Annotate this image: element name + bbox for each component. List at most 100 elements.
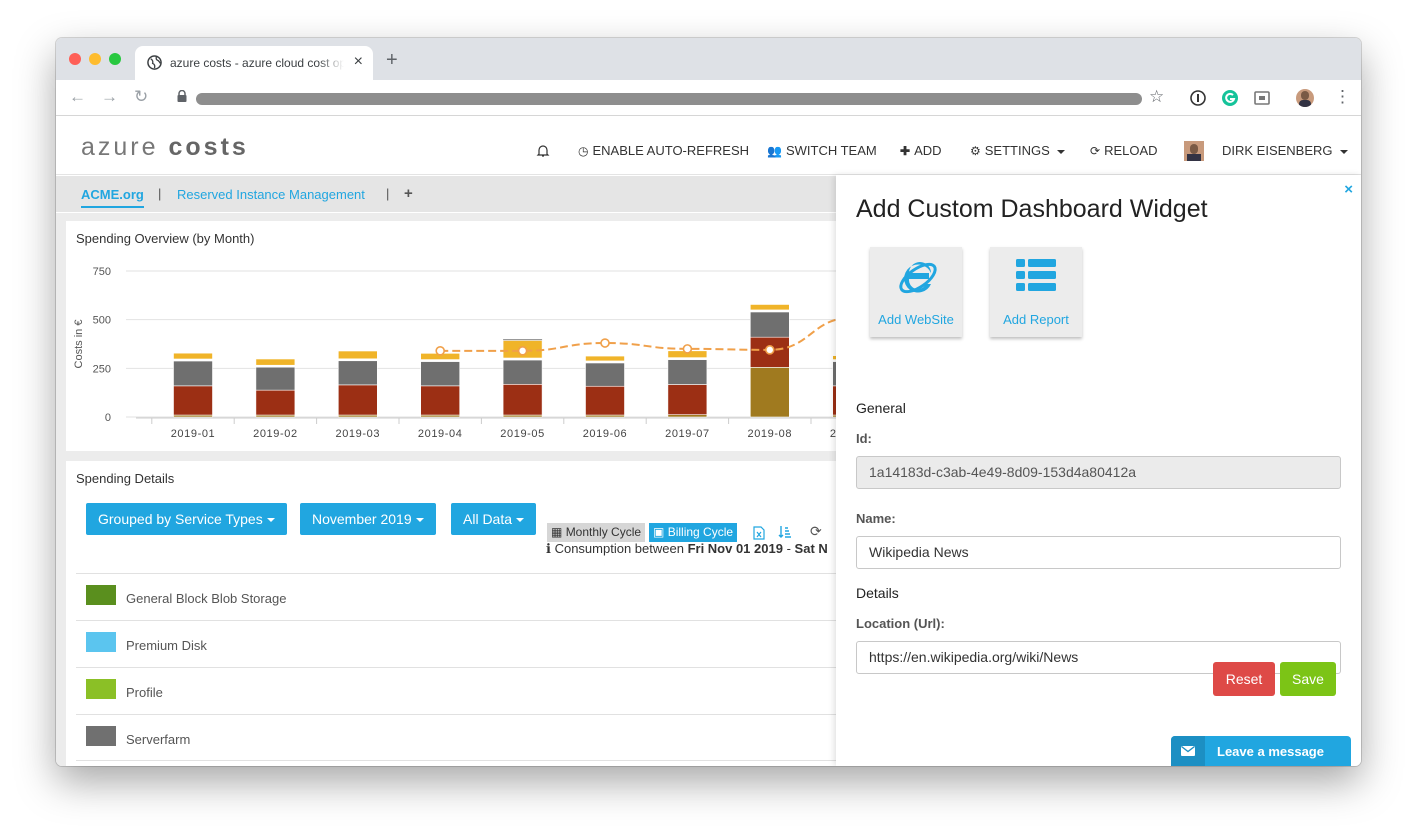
- bar-segment: [173, 385, 213, 416]
- monthly-cycle-toggle[interactable]: ▦ Monthly Cycle: [547, 523, 646, 542]
- spending-chart: 750 500 250 0 Costs in € 2019-01 2019-02 2019-0…: [73, 266, 836, 440]
- trend-point: [682, 344, 693, 354]
- plus-icon: ✚: [900, 144, 911, 158]
- clock-icon: ◷: [578, 144, 589, 158]
- location-label: Location (Url):: [856, 616, 945, 631]
- bookmark-star-icon[interactable]: ☆: [1149, 87, 1164, 107]
- nav-reload-label: RELOAD: [1104, 143, 1158, 158]
- month-dropdown[interactable]: November 2019: [300, 503, 436, 535]
- tab-acme[interactable]: ACME.org: [81, 187, 144, 208]
- nav-add[interactable]: ✚ ADD: [900, 143, 942, 158]
- refresh-details-icon[interactable]: ⟳: [810, 523, 822, 540]
- new-tab-button[interactable]: +: [386, 49, 398, 72]
- profile-avatar[interactable]: [1296, 89, 1314, 107]
- refresh-icon[interactable]: ↻: [134, 87, 148, 107]
- x-tick-label: 2019-07: [665, 428, 710, 440]
- name-field[interactable]: Wikipedia News: [856, 536, 1341, 569]
- add-website-tile[interactable]: Add WebSite: [870, 247, 962, 337]
- legend-row: General Block Blob Storage: [76, 573, 836, 620]
- x-tick-label: 2019-01: [171, 428, 216, 440]
- save-button[interactable]: Save: [1280, 662, 1336, 696]
- y-tick-label: 500: [93, 315, 111, 327]
- tab-title: azure costs - azure cloud cost optimizat…: [170, 56, 344, 70]
- nav-switch-team[interactable]: 👥 SWITCH TEAM: [767, 143, 877, 158]
- nav-settings-label: SETTINGS: [984, 143, 1050, 158]
- trend-point: [600, 338, 610, 348]
- back-icon[interactable]: ←: [69, 87, 86, 107]
- grammarly-extension-icon[interactable]: [1221, 89, 1239, 107]
- details-heading: Details: [856, 585, 899, 601]
- bar-segment: [585, 385, 625, 416]
- screen-extension-icon[interactable]: [1253, 89, 1271, 107]
- tab-separator: |: [158, 186, 162, 201]
- excel-export-icon[interactable]: [753, 526, 765, 540]
- legend-row: Premium Disk: [76, 620, 836, 667]
- forward-icon[interactable]: →: [101, 87, 118, 107]
- bar-segment: [337, 350, 378, 360]
- tab-close-icon[interactable]: ×: [354, 53, 363, 71]
- x-tick-label: 2019-03: [336, 428, 381, 440]
- bar-segment: [749, 311, 790, 338]
- tab-strip: azure costs - azure cloud cost optimizat…: [56, 38, 1361, 80]
- id-field: 1a14183d-c3ab-4e49-8d09-153d4a80412a: [856, 456, 1341, 489]
- user-avatar[interactable]: [1184, 141, 1204, 161]
- nav-auto-refresh[interactable]: ◷ ENABLE AUTO-REFRESH: [578, 143, 749, 158]
- app-header: azure costs ◷ ENABLE AUTO-REFRESH 👥 SWITCH…: [56, 117, 1361, 175]
- browser-menu-icon[interactable]: ⋮: [1334, 87, 1351, 107]
- data-filter-label: All Data: [463, 511, 513, 527]
- x-tick-label: 2019-05: [500, 428, 545, 440]
- browser-tab[interactable]: azure costs - azure cloud cost optimizat…: [135, 46, 373, 80]
- tab-reserved-instances[interactable]: Reserved Instance Management: [177, 187, 365, 202]
- consumption-prefix: Consumption between: [554, 541, 684, 556]
- data-filter-dropdown[interactable]: All Data: [451, 503, 537, 535]
- info-icon: ℹ: [546, 541, 551, 556]
- y-tick-label: 750: [93, 266, 111, 278]
- close-icon[interactable]: ×: [1344, 181, 1353, 198]
- consumption-start: Fri Nov 01 2019: [687, 541, 783, 556]
- bar-segment: [255, 358, 296, 366]
- y-tick-label: 0: [105, 412, 111, 424]
- legend-swatch: [86, 679, 116, 699]
- bell-icon[interactable]: [536, 144, 550, 158]
- zoom-window-button[interactable]: [109, 53, 121, 65]
- money-icon: ▣: [653, 525, 665, 539]
- minimize-window-button[interactable]: [89, 53, 101, 65]
- monthly-cycle-label: Monthly Cycle: [565, 525, 642, 539]
- globe-icon: [147, 55, 162, 70]
- brand-logo[interactable]: azure costs: [81, 133, 249, 162]
- nav-add-label: ADD: [914, 143, 942, 158]
- billing-cycle-toggle[interactable]: ▣ Billing Cycle: [649, 523, 738, 542]
- close-window-button[interactable]: [69, 53, 81, 65]
- gears-icon: ⚙: [970, 144, 981, 158]
- group-by-dropdown[interactable]: Grouped by Service Types: [86, 503, 287, 535]
- y-tick-label: 250: [93, 363, 111, 375]
- info-extension-icon[interactable]: [1189, 89, 1207, 107]
- add-report-label: Add Report: [1003, 312, 1069, 327]
- bar-segment: [337, 384, 378, 416]
- y-axis-label: Costs in €: [73, 320, 85, 369]
- nav-user-label: DIRK EISENBERG: [1222, 143, 1333, 158]
- add-report-tile[interactable]: Add Report: [990, 247, 1082, 337]
- bar-segment: [255, 366, 296, 391]
- bar-segment: [255, 389, 296, 416]
- add-widget-panel: × Add Custom Dashboard Widget Add WebSit…: [836, 175, 1361, 766]
- nav-user[interactable]: DIRK EISENBERG: [1222, 143, 1349, 158]
- nav-reload[interactable]: ⟳ RELOAD: [1090, 143, 1158, 158]
- reset-button[interactable]: Reset: [1213, 662, 1275, 696]
- internet-explorer-icon: [899, 262, 937, 294]
- panel-title: Add Custom Dashboard Widget: [856, 195, 1208, 223]
- address-bar[interactable]: [196, 93, 1142, 105]
- month-label: November 2019: [312, 511, 412, 527]
- browser-toolbar: ← → ↻ ☆ ⋮: [56, 80, 1361, 116]
- bar-segment: [749, 304, 790, 311]
- add-tab-button[interactable]: +: [404, 185, 413, 202]
- details-title: Spending Details: [76, 471, 175, 486]
- nav-settings[interactable]: ⚙ SETTINGS: [970, 143, 1066, 158]
- leave-message-widget[interactable]: Leave a message: [1171, 736, 1351, 766]
- bar-segment: [173, 360, 213, 387]
- sort-icon[interactable]: [778, 525, 792, 539]
- group-by-label: Grouped by Service Types: [98, 511, 263, 527]
- legend-swatch: [86, 585, 116, 605]
- bar-segment: [502, 359, 543, 385]
- bar-segment: [667, 384, 708, 415]
